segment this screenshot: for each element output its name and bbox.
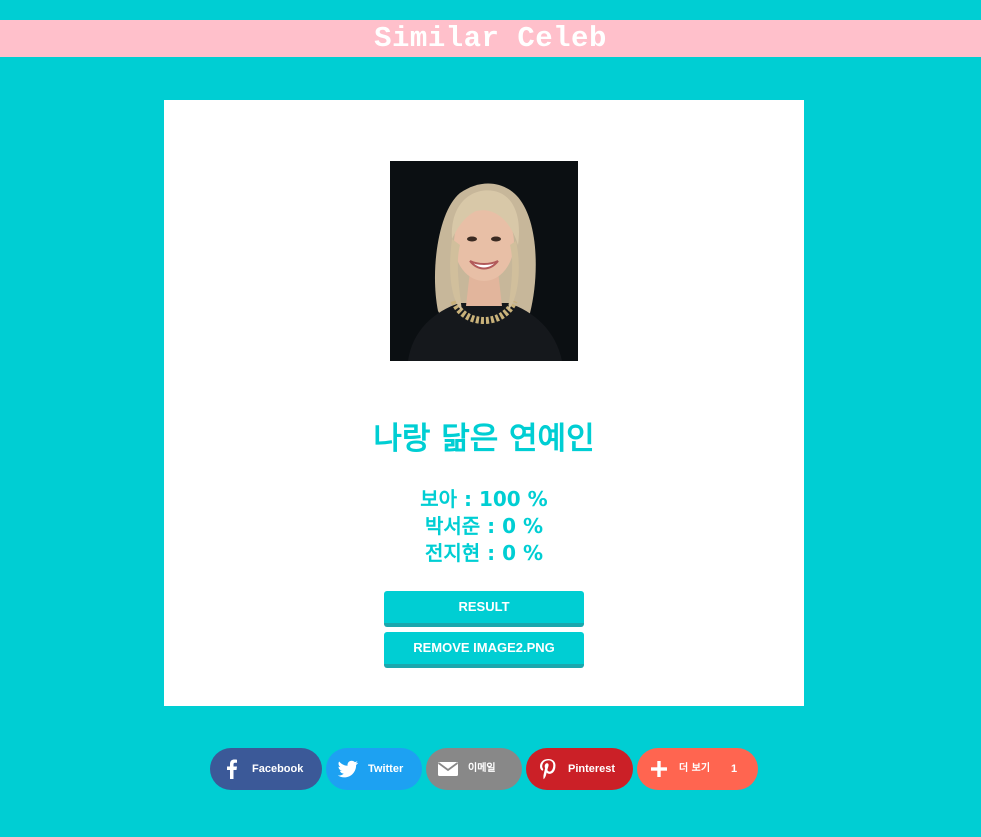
result-card: 나랑 닮은 연예인 보아 : 100 % 박서준 : 0 % 전지현 : 0 %… xyxy=(164,100,804,706)
portrait-image xyxy=(390,161,578,361)
share-email-button[interactable]: 이메일 xyxy=(426,748,522,790)
result-line-1: 보아 : 100 % xyxy=(420,487,548,511)
share-more-label: 더 보기 xyxy=(679,763,711,774)
result-line-3: 전지현 : 0 % xyxy=(424,541,544,565)
share-twitter-label: Twitter xyxy=(368,763,404,775)
remove-image-button[interactable]: REMOVE IMAGE2.PNG xyxy=(384,632,584,668)
share-twitter-button[interactable]: Twitter xyxy=(326,748,422,790)
app-title: Similar Celeb xyxy=(374,22,607,55)
share-facebook-label: Facebook xyxy=(252,763,304,775)
pinterest-icon xyxy=(540,759,556,780)
header-bar: Similar Celeb xyxy=(0,20,981,57)
result-line-2: 박서준 : 0 % xyxy=(424,514,544,538)
share-more-button[interactable]: 더 보기 1 xyxy=(637,748,758,790)
similarity-results: 보아 : 100 % 박서준 : 0 % 전지현 : 0 % xyxy=(164,486,804,567)
envelope-icon xyxy=(437,762,459,776)
result-heading: 나랑 닮은 연예인 xyxy=(373,421,595,457)
share-email-label: 이메일 xyxy=(468,763,496,774)
share-pinterest-button[interactable]: Pinterest xyxy=(526,748,633,790)
share-facebook-button[interactable]: Facebook xyxy=(210,748,322,790)
share-pinterest-label: Pinterest xyxy=(568,763,616,775)
result-button[interactable]: RESULT xyxy=(384,591,584,627)
twitter-icon xyxy=(337,760,359,778)
uploaded-photo xyxy=(390,161,578,361)
plus-icon xyxy=(651,761,667,777)
facebook-icon xyxy=(227,759,237,779)
share-bar: Facebook Twitter 이메일 Pinterest 더 보기 1 xyxy=(0,748,981,790)
share-count-badge: 1 xyxy=(731,763,738,775)
